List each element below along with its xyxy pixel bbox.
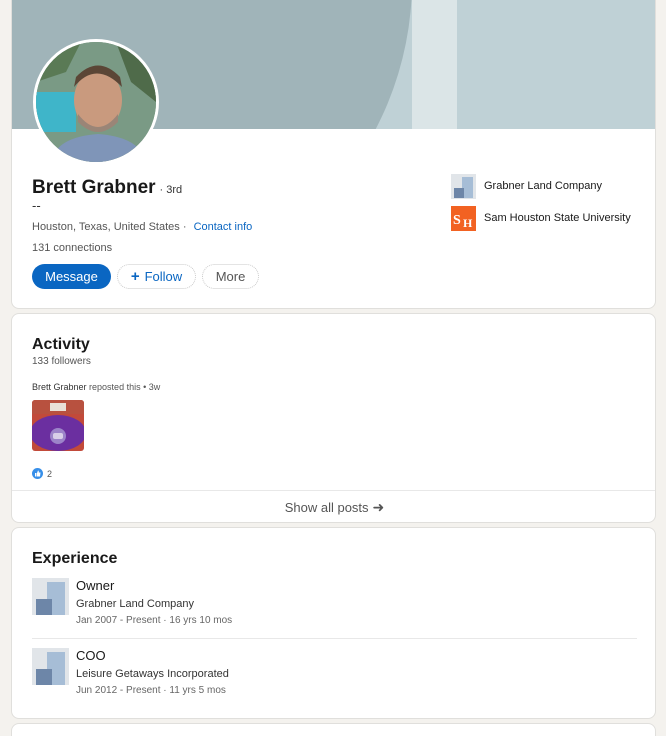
- avatar[interactable]: [33, 39, 159, 165]
- repost-text: reposted this • 3w: [89, 382, 161, 392]
- location-text: Houston, Texas, United States ·: [32, 221, 187, 233]
- experience-title: Experience: [32, 550, 118, 567]
- company-name: Grabner Land Company: [76, 598, 195, 610]
- follow-button[interactable]: + Follow: [117, 264, 196, 289]
- organizations-list: Grabner Land Company S H Sam Houston Sta…: [451, 173, 631, 237]
- job-dates: Jan 2007 - Present · 16 yrs 10 mos: [76, 615, 233, 626]
- profile-headline: --: [32, 198, 41, 213]
- follow-label: Follow: [144, 269, 183, 284]
- reaction-count: 2: [47, 468, 53, 479]
- company-name: Leisure Getaways Incorporated: [76, 668, 229, 680]
- activity-title: Activity: [32, 336, 90, 353]
- followers-count: 133 followers: [32, 356, 91, 367]
- arrow-right-icon: ➜: [372, 498, 385, 515]
- job-dates: Jun 2012 - Present · 11 yrs 5 mos: [76, 685, 226, 696]
- repost-line: Brett Grabner reposted this • 3w: [32, 382, 160, 392]
- building-logo-icon: [451, 173, 476, 199]
- org-item-grabner[interactable]: Grabner Land Company: [451, 173, 631, 199]
- job-title: Owner: [76, 578, 115, 593]
- building-logo-icon: [32, 578, 69, 615]
- profile-name: Brett Grabner: [32, 177, 156, 198]
- org-item-shsu[interactable]: S H Sam Houston State University: [451, 205, 631, 231]
- plus-icon: +: [130, 268, 140, 285]
- connection-degree: · 3rd: [159, 184, 183, 196]
- experience-card: Experience Owner Grabner Land Company Ja…: [11, 527, 656, 719]
- activity-card: Activity 133 followers Brett Grabner rep…: [11, 313, 656, 523]
- svg-text:S: S: [453, 213, 461, 228]
- more-button[interactable]: More: [202, 264, 259, 289]
- job-title: COO: [76, 648, 106, 663]
- reactions[interactable]: 2: [32, 468, 52, 479]
- org-name: Grabner Land Company: [484, 180, 603, 192]
- org-name: Sam Houston State University: [484, 212, 631, 224]
- show-all-label: Show all posts: [284, 499, 369, 515]
- show-all-posts-button[interactable]: Show all posts ➜: [12, 490, 655, 522]
- next-section-card: [11, 723, 656, 736]
- message-button[interactable]: Message: [32, 264, 111, 289]
- svg-text:H: H: [463, 216, 473, 230]
- connections-count: 131 connections: [32, 242, 113, 254]
- shsu-logo-icon: S H: [451, 205, 476, 231]
- repost-author[interactable]: Brett Grabner: [32, 382, 87, 392]
- location-row: Houston, Texas, United States · Contact …: [32, 221, 252, 233]
- profile-card: Brett Grabner · 3rd -- Houston, Texas, U…: [11, 0, 656, 309]
- divider: [32, 638, 637, 639]
- contact-info-link[interactable]: Contact info: [194, 221, 253, 233]
- building-logo-icon: [32, 648, 69, 685]
- like-icon: [32, 468, 43, 479]
- post-thumbnail[interactable]: [32, 400, 84, 451]
